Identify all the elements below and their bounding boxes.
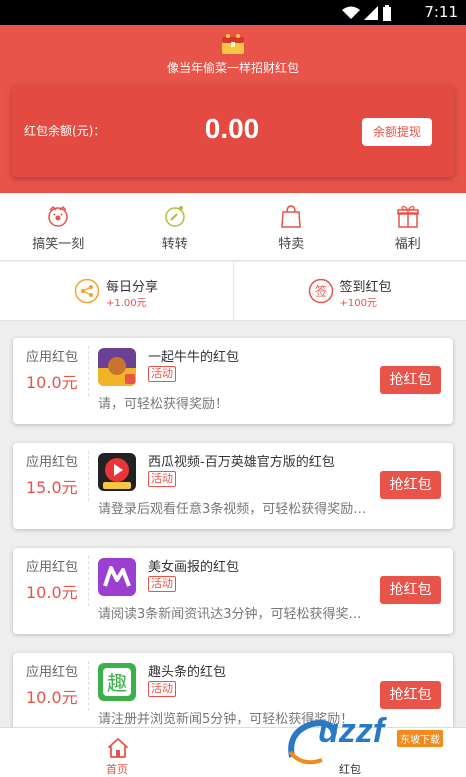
nav-item-welfare[interactable]: 福利: [350, 193, 466, 260]
grab-redpacket-button[interactable]: 抢红包: [380, 366, 441, 394]
balance-amount: 0.00: [204, 113, 260, 144]
grab-redpacket-button[interactable]: 抢红包: [380, 681, 441, 709]
card-desc: 请，可轻松获得奖励！: [98, 397, 229, 412]
card-divider: [88, 346, 89, 396]
checkin-icon: 签: [308, 278, 333, 304]
signal-icon: [364, 6, 378, 20]
card-desc: 请登录后观看任意3条视频，可轻松获得奖励…: [98, 502, 367, 517]
card-type: 应用红包: [26, 665, 79, 680]
balance-label: 红包余额(元)：: [24, 124, 106, 138]
task-daily-share[interactable]: 每日分享 +1.00元: [0, 262, 233, 320]
card-tag: 活动: [148, 471, 176, 487]
qutoutiao-icon-text: 趣: [107, 671, 127, 695]
card-desc: 请阅读3条新闻资讯达3分钟，可轻松获得奖…: [98, 607, 362, 622]
nav-label-spin: 转转: [161, 237, 188, 252]
grab-redpacket-button[interactable]: 抢红包: [380, 471, 441, 499]
card-value: 10.0元: [26, 373, 78, 392]
redpacket-card: 应用红包 10.0元 美女画报的红包 活动 请阅读3条新闻资讯达3分钟，可轻松获…: [13, 548, 453, 634]
share-icon: [74, 278, 100, 304]
clown-icon: [48, 205, 68, 227]
task-reward: +100元: [339, 298, 377, 309]
task-checkin[interactable]: 签 签到红包 +100元: [232, 262, 466, 320]
card-type: 应用红包: [26, 560, 79, 575]
treasure-chest-icon: [222, 34, 244, 54]
battery-icon: [383, 5, 391, 21]
nav-item-funny[interactable]: 搞笑一刻: [0, 193, 117, 260]
nav-label-welfare: 福利: [394, 237, 421, 252]
header-slogan: 像当年偷菜一样招财红包: [166, 61, 299, 75]
card-divider: [88, 451, 89, 501]
xigua-video-app-icon: [98, 453, 136, 491]
card-tag: 活动: [148, 681, 176, 697]
checkin-icon-text: 签: [314, 284, 326, 299]
card-tag: 活动: [148, 576, 176, 592]
nav-label-sale: 特卖: [278, 237, 305, 252]
qutoutiao-app-icon: 趣: [98, 663, 136, 701]
watermark-logo: uzzf 东坡下载: [282, 708, 462, 774]
status-time: 7:11: [424, 3, 458, 21]
nav-label-funny: 搞笑一刻: [32, 237, 85, 252]
redpacket-card: 应用红包 10.0元 一起牛牛的红包 活动 请，可轻松获得奖励！ 抢红包: [13, 338, 453, 424]
nav-item-spin[interactable]: 转转: [117, 193, 234, 260]
card-value: 10.0元: [26, 688, 78, 707]
card-divider: [88, 556, 89, 606]
card-value: 10.0元: [26, 583, 78, 602]
home-icon: [108, 738, 128, 758]
card-tag: 活动: [148, 366, 176, 382]
card-app-name: 美女画报的红包: [148, 560, 240, 575]
card-app-name: 一起牛牛的红包: [148, 350, 240, 365]
grab-redpacket-button[interactable]: 抢红包: [380, 576, 441, 604]
task-title: 签到红包: [339, 280, 392, 295]
niuniu-app-icon: [98, 348, 136, 386]
redpacket-card: 应用红包 15.0元 西瓜视频-百万英雄官方版的红包 活动 请登录后观看任意3条…: [13, 443, 453, 529]
task-title: 每日分享: [106, 280, 159, 295]
wifi-icon: [342, 6, 360, 19]
nav-item-sale[interactable]: 特卖: [233, 193, 350, 260]
tab-home-label: 首页: [106, 763, 128, 776]
task-reward: +1.00元: [106, 298, 147, 309]
card-value: 15.0元: [26, 478, 78, 497]
gift-icon: [397, 205, 419, 228]
card-app-name: 西瓜视频-百万英雄官方版的红包: [148, 455, 335, 470]
spin-icon: [165, 206, 185, 227]
status-icons: [342, 5, 392, 21]
watermark-subtext: 东坡下载: [397, 730, 443, 747]
card-app-name: 趣头条的红包: [148, 665, 227, 680]
task-row: 每日分享 +1.00元 签 签到红包 +100元: [0, 262, 466, 321]
card-divider: [88, 661, 89, 711]
meinv-huabao-app-icon: [98, 558, 136, 596]
status-bar: 7:11: [0, 0, 466, 25]
shopping-bag-icon: [281, 205, 302, 228]
withdraw-button[interactable]: 余额提现: [362, 118, 432, 146]
header: 像当年偷菜一样招财红包 红包余额(元)： 0.00 余额提现: [0, 25, 466, 193]
card-type: 应用红包: [26, 455, 79, 470]
feature-nav: 搞笑一刻 转转 特卖 福利: [0, 193, 466, 261]
tab-home[interactable]: 首页: [57, 728, 177, 777]
watermark-text: uzzf: [318, 712, 385, 750]
balance-card: 红包余额(元)： 0.00 余额提现: [12, 85, 454, 177]
card-type: 应用红包: [26, 350, 79, 365]
